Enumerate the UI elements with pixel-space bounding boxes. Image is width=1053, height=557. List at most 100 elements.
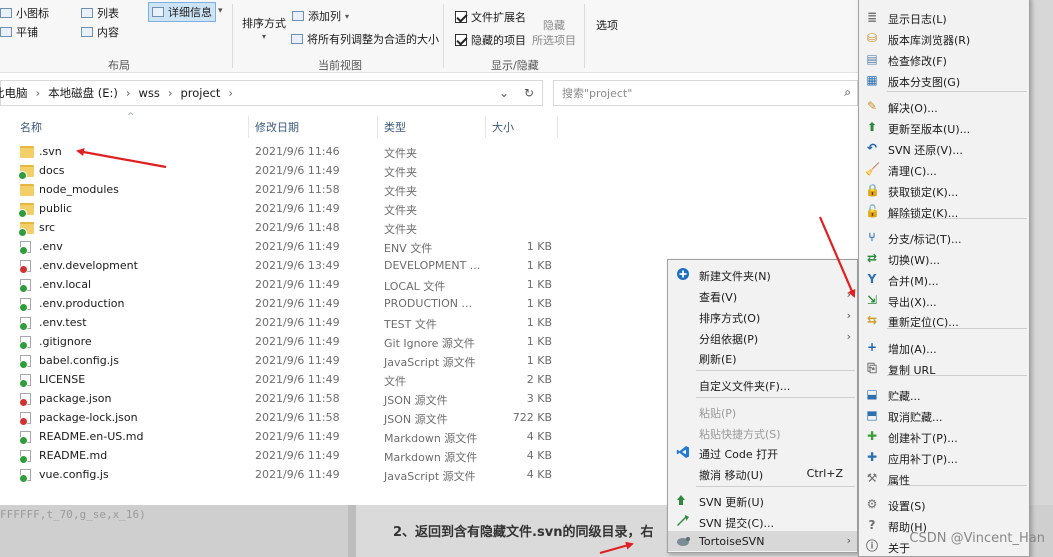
file-row[interactable]: src 2021/9/6 11:48 文件夹 [0, 219, 560, 238]
svn-commit-icon [676, 514, 690, 528]
column-header-name[interactable]: 名称 [20, 116, 42, 138]
svn-normal-badge-icon [18, 171, 27, 180]
menu-svn-commit[interactable]: SVN 提交(C)... [668, 511, 857, 531]
breadcrumb-wss[interactable]: wss [139, 86, 160, 100]
breadcrumb-project[interactable]: project [181, 86, 221, 100]
menu-svn-update[interactable]: SVN 更新(U) [668, 490, 857, 510]
svn-menu-repo-browser[interactable]: ⛁ 版本库浏览器(R) [859, 28, 1029, 48]
column-header-modified[interactable]: 修改日期 [255, 116, 299, 138]
svn-menu-revert[interactable]: ↶ SVN 还原(V)... [859, 138, 1029, 158]
file-row[interactable]: public 2021/9/6 11:49 文件夹 [0, 200, 560, 219]
address-history-dropdown[interactable]: ⌄ [494, 80, 514, 106]
file-row[interactable]: docs 2021/9/6 11:49 文件夹 [0, 162, 560, 181]
menu-customize-folder[interactable]: 自定义文件夹(F)... [668, 374, 857, 394]
revert-icon: ↶ [866, 141, 878, 155]
svn-menu-show-log-label: 显示日志(L) [888, 13, 947, 26]
file-row[interactable]: README.en-US.md 2021/9/6 11:49 Markdown 源文… [0, 428, 560, 447]
add-column-button[interactable]: 添加列 ▾ [292, 8, 349, 24]
svn-menu-check-modifications[interactable]: ▤ 检查修改(F) [859, 49, 1029, 69]
file-row[interactable]: vue.config.js 2021/9/6 11:49 JavaScript 源文… [0, 466, 560, 485]
checkbox-checked-icon [455, 11, 467, 23]
options-button[interactable]: 选项 [596, 17, 618, 33]
file-row[interactable]: package-lock.json 2021/9/6 11:58 JSON 源文件 7… [0, 409, 560, 428]
file-row[interactable]: node_modules 2021/9/6 11:58 文件夹 [0, 181, 560, 200]
svn-menu-merge-label: 合并(M)... [888, 275, 939, 288]
svn-menu-show-log[interactable]: ≣ 显示日志(L) [859, 7, 1029, 27]
menu-sort-by[interactable]: 排序方式(O) › [668, 306, 857, 326]
svn-menu-shelve[interactable]: ⬓ 贮藏... [859, 384, 1029, 404]
sort-by-button[interactable]: 排序方式 ▾ [242, 15, 286, 41]
file-modified-date: 2021/9/6 11:49 [255, 297, 340, 310]
file-row[interactable]: README.md 2021/9/6 11:49 Markdown 源文件 4 KB [0, 447, 560, 466]
svn-menu-revision-graph[interactable]: ▦ 版本分支图(G) [859, 70, 1029, 90]
address-bar[interactable]: 此电脑 › 本地磁盘 (E:) › wss › project › [0, 80, 543, 106]
file-name: package-lock.json [39, 411, 138, 424]
column-divider[interactable] [248, 116, 249, 138]
layout-list-label: 列表 [97, 7, 119, 20]
svn-menu-relocate[interactable]: ⇆ 重新定位(C)... [859, 310, 1029, 330]
menu-open-with-code[interactable]: 通过 Code 打开 [668, 442, 857, 462]
file-row[interactable]: .env.local 2021/9/6 11:49 LOCAL 文件 1 KB [0, 276, 560, 295]
column-divider[interactable] [557, 116, 558, 138]
file-type: 文件夹 [384, 185, 417, 198]
column-divider[interactable] [485, 116, 486, 138]
menu-paste[interactable]: 粘贴(P) [668, 401, 857, 421]
menu-view[interactable]: 查看(V) › [668, 285, 857, 305]
file-row[interactable]: babel.config.js 2021/9/6 11:49 JavaScript … [0, 352, 560, 371]
file-row[interactable]: .env.test 2021/9/6 11:49 TEST 文件 1 KB [0, 314, 560, 333]
column-header-type[interactable]: 类型 [384, 116, 406, 138]
layout-content[interactable]: 内容 [81, 24, 119, 40]
svn-menu-merge[interactable]: Y 合并(M)... [859, 269, 1029, 289]
file-size: 1 KB [526, 240, 552, 253]
breadcrumb-drive[interactable]: 本地磁盘 (E:) [48, 85, 118, 101]
file-row[interactable]: .env.development 2021/9/6 13:49 DEVELOPMEN… [0, 257, 560, 276]
file-type: 文件夹 [384, 204, 417, 217]
svn-menu-update-to-revision[interactable]: ⬆ 更新至版本(U)... [859, 117, 1029, 137]
file-modified-date: 2021/9/6 11:49 [255, 373, 340, 386]
svn-menu-switch[interactable]: ⇄ 切换(W)... [859, 248, 1029, 268]
svn-menu-apply-patch[interactable]: ✚ 应用补丁(P)... [859, 447, 1029, 467]
file-row[interactable]: .env 2021/9/6 11:49 ENV 文件 1 KB [0, 238, 560, 257]
menu-paste-shortcut[interactable]: 粘贴快捷方式(S) [668, 422, 857, 442]
layout-details[interactable]: 详细信息 [148, 2, 216, 22]
search-input[interactable]: 搜索"project" ⌕ [553, 80, 858, 106]
svn-menu-add[interactable]: + 增加(A)... [859, 337, 1029, 357]
svn-menu-get-lock[interactable]: 🔒 获取锁定(K)... [859, 180, 1029, 200]
menu-tortoisesvn[interactable]: TortoiseSVN › [668, 531, 857, 551]
file-row[interactable]: .gitignore 2021/9/6 11:49 Git Ignore 源文件 1 … [0, 333, 560, 352]
menu-new-folder[interactable]: 新建文件夹(N) [668, 264, 857, 284]
layout-expand-button[interactable]: ▾ [218, 6, 223, 16]
file-row[interactable]: .svn 2021/9/6 11:46 文件夹 [0, 143, 560, 162]
apply-patch-icon: ✚ [866, 450, 878, 464]
breadcrumb-this-pc[interactable]: 此电脑 [0, 85, 28, 101]
svn-menu-settings[interactable]: ⚙ 设置(S) [859, 494, 1029, 514]
layout-tiles[interactable]: 平铺 [0, 24, 38, 40]
svn-menu-resolve[interactable]: ✎ 解决(O)... [859, 96, 1029, 116]
svn-menu-unshelve[interactable]: ⬒ 取消贮藏... [859, 405, 1029, 425]
column-divider[interactable] [377, 116, 378, 138]
menu-group-by[interactable]: 分组依据(P) › [668, 327, 857, 347]
refresh-icon[interactable]: ↻ [518, 80, 540, 106]
layout-small-icons[interactable]: 小图标 [0, 5, 49, 21]
column-header-size[interactable]: 大小 [492, 116, 514, 138]
menu-refresh[interactable]: 刷新(E) [668, 347, 857, 367]
hide-selected-button[interactable]: 隐藏 [543, 17, 565, 33]
menu-new-folder-label: 新建文件夹(N) [699, 270, 771, 283]
menu-undo-move[interactable]: 撤消 移动(U) Ctrl+Z [668, 463, 857, 483]
svn-menu-branch-tag[interactable]: ⑂ 分支/标记(T)... [859, 227, 1029, 247]
file-row[interactable]: .env.production 2021/9/6 11:49 PRODUCTION … [0, 295, 560, 314]
svn-menu-create-patch[interactable]: ✚ 创建补丁(P)... [859, 426, 1029, 446]
folder-icon [18, 165, 34, 180]
menu-view-label: 查看(V) [699, 291, 738, 304]
fit-columns-button[interactable]: 将所有列调整为合适的大小 [291, 31, 439, 47]
file-icon [19, 317, 31, 331]
layout-list[interactable]: 列表 [81, 5, 119, 21]
menu-undo-shortcut: Ctrl+Z [806, 467, 843, 480]
file-extensions-checkbox[interactable]: 文件扩展名 [455, 9, 526, 25]
sort-ascending-icon: ^ [127, 112, 135, 122]
svn-menu-cleanup[interactable]: 🧹 清理(C)... [859, 159, 1029, 179]
svn-menu-export[interactable]: ⇲ 导出(X)... [859, 290, 1029, 310]
file-row[interactable]: package.json 2021/9/6 11:58 JSON 源文件 3 KB [0, 390, 560, 409]
file-row[interactable]: LICENSE 2021/9/6 11:49 文件 2 KB [0, 371, 560, 390]
hidden-items-checkbox[interactable]: 隐藏的项目 [455, 32, 526, 48]
